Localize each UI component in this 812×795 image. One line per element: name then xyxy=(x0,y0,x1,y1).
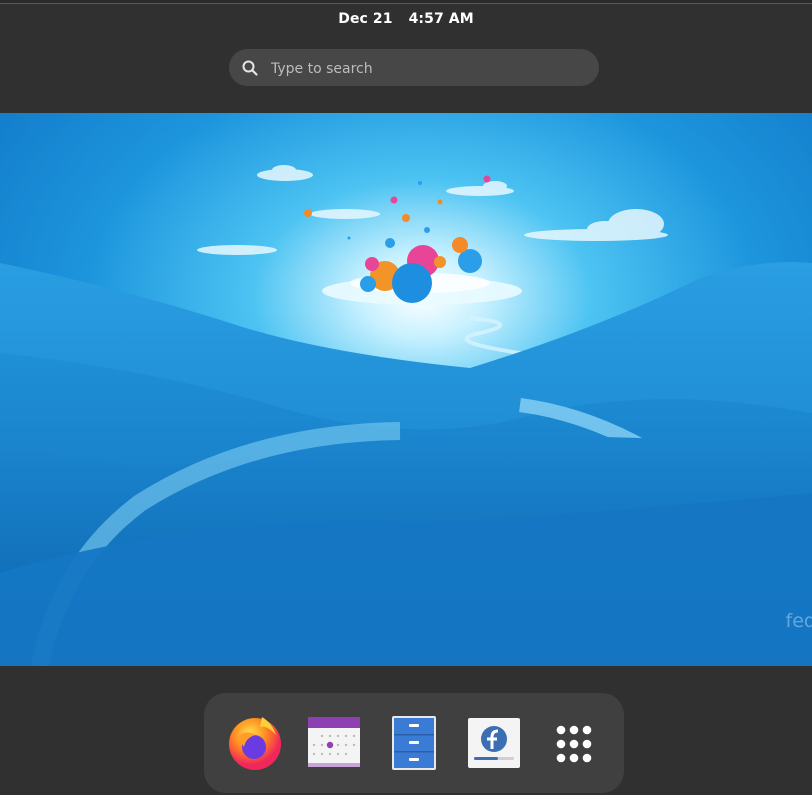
file-cabinet-icon xyxy=(392,716,436,770)
dock-item-firefox[interactable] xyxy=(224,711,286,773)
workspace-thumbnail[interactable]: fed xyxy=(0,113,812,666)
clock-date: Dec 21 xyxy=(338,11,393,27)
top-edge xyxy=(0,0,812,4)
fedora-watermark: fed xyxy=(785,610,812,632)
search-bar[interactable] xyxy=(229,49,599,88)
wallpaper xyxy=(0,113,812,666)
clock[interactable]: Dec 21 4:57 AM xyxy=(0,11,812,27)
clock-time: 4:57 AM xyxy=(408,11,474,27)
dock-item-files[interactable] xyxy=(384,711,446,773)
search-icon xyxy=(242,60,258,76)
dock-item-media-writer[interactable] xyxy=(464,711,526,773)
dock-item-calendar[interactable] xyxy=(304,711,366,773)
dock xyxy=(204,693,624,793)
show-apps-button[interactable] xyxy=(544,711,606,773)
app-grid-icon xyxy=(556,725,592,763)
calendar-icon xyxy=(308,717,360,767)
fedora-media-writer-icon xyxy=(468,718,520,768)
firefox-icon xyxy=(229,717,281,770)
search-input[interactable] xyxy=(269,49,593,88)
